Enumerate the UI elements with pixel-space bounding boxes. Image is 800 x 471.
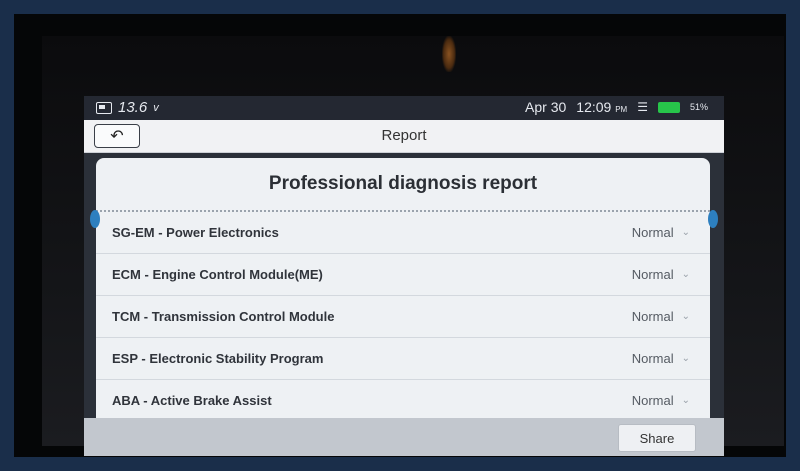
row-label: ABA - Active Brake Assist bbox=[112, 393, 272, 408]
row-status: Normal ⌄ bbox=[632, 309, 690, 324]
title-bar: ↶ Report bbox=[84, 120, 724, 153]
report-row[interactable]: SG-EM - Power Electronics Normal ⌄ bbox=[96, 212, 710, 254]
left-edge-marker bbox=[90, 210, 100, 228]
chevron-down-icon[interactable]: ⌄ bbox=[682, 311, 690, 322]
chevron-down-icon[interactable]: ⌄ bbox=[682, 227, 690, 238]
row-label: SG-EM - Power Electronics bbox=[112, 225, 279, 240]
page-title: Report bbox=[381, 127, 427, 144]
wifi-icon: ☰ bbox=[637, 100, 648, 114]
time-group: 12:09 PM bbox=[576, 99, 627, 115]
row-status: Normal ⌄ bbox=[632, 267, 690, 282]
chevron-down-icon[interactable]: ⌄ bbox=[682, 353, 690, 364]
row-status: Normal ⌄ bbox=[632, 393, 690, 408]
chevron-down-icon[interactable]: ⌄ bbox=[682, 269, 690, 280]
row-status: Normal ⌄ bbox=[632, 225, 690, 240]
voltage-value: 13.6 bbox=[118, 99, 148, 116]
time-text: 12:09 bbox=[576, 99, 612, 115]
row-label: ECM - Engine Control Module(ME) bbox=[112, 267, 323, 282]
share-button[interactable]: Share bbox=[618, 424, 696, 452]
car-battery-icon bbox=[96, 101, 112, 114]
bottom-bar: Share bbox=[84, 418, 724, 456]
report-row[interactable]: TCM - Transmission Control Module Normal… bbox=[96, 296, 710, 338]
voltage-indicator: 13.6 v bbox=[96, 99, 159, 116]
report-title: Professional diagnosis report bbox=[96, 158, 710, 212]
status-text: Normal bbox=[631, 225, 674, 240]
row-label: ESP - Electronic Stability Program bbox=[112, 351, 324, 366]
date-text: Apr 30 bbox=[525, 99, 567, 115]
battery-icon bbox=[657, 101, 680, 113]
report-row[interactable]: ECM - Engine Control Module(ME) Normal ⌄ bbox=[96, 254, 710, 296]
row-status: Normal ⌄ bbox=[632, 351, 690, 366]
battery-percent: 51% bbox=[689, 102, 708, 112]
device-screen: 13.6 v Apr 30 12:09 PM ☰ 51% ↶ Report Pr… bbox=[84, 96, 724, 456]
report-row[interactable]: ABA - Active Brake Assist Normal ⌄ bbox=[96, 380, 710, 422]
right-edge-marker bbox=[708, 210, 718, 228]
status-text: Normal bbox=[631, 393, 674, 408]
status-text: Normal bbox=[631, 351, 674, 366]
light-glare bbox=[442, 36, 456, 72]
status-right: Apr 30 12:09 PM ☰ 51% bbox=[525, 99, 708, 115]
report-card: Professional diagnosis report SG-EM - Po… bbox=[96, 158, 710, 428]
status-text: Normal bbox=[631, 267, 674, 282]
chevron-down-icon[interactable]: ⌄ bbox=[682, 395, 690, 406]
voltage-unit: v bbox=[153, 101, 159, 114]
ampm-text: PM bbox=[615, 105, 628, 114]
status-text: Normal bbox=[631, 309, 674, 324]
photo-frame: 13.6 v Apr 30 12:09 PM ☰ 51% ↶ Report Pr… bbox=[14, 14, 786, 457]
row-label: TCM - Transmission Control Module bbox=[112, 309, 335, 324]
status-bar: 13.6 v Apr 30 12:09 PM ☰ 51% bbox=[84, 96, 724, 120]
report-row[interactable]: ESP - Electronic Stability Program Norma… bbox=[96, 338, 710, 380]
